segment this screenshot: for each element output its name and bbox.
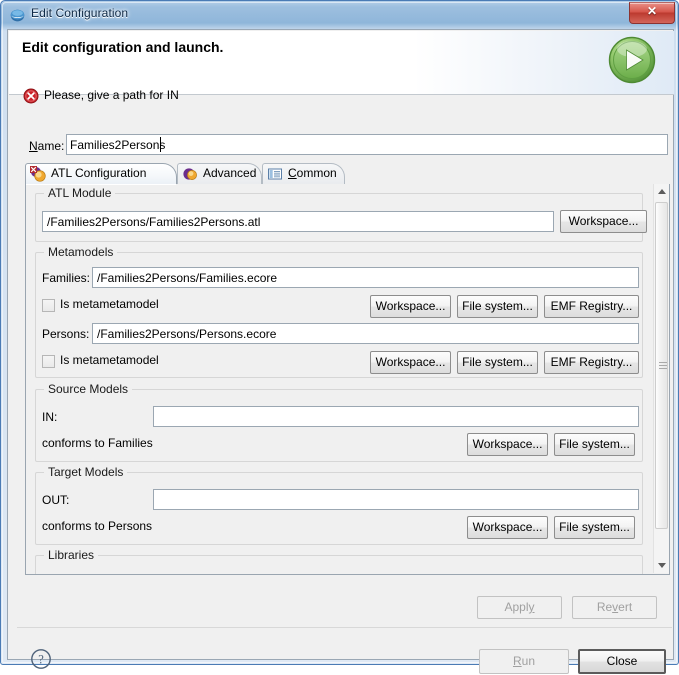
help-question-icon[interactable]: ? xyxy=(30,648,52,670)
metamodel-persons-is-metametamodel-checkbox[interactable] xyxy=(42,355,55,368)
run-button[interactable]: Run xyxy=(479,649,569,674)
atl-configuration-panel: ATL Module Workspace... Metamodels Famil… xyxy=(25,184,670,575)
eclipse-globe-icon xyxy=(10,8,25,23)
page-title: Edit configuration and launch. xyxy=(22,39,224,55)
tab-advanced-label: Advanced xyxy=(203,166,257,180)
atl-module-path-input[interactable] xyxy=(42,211,554,232)
metamodel-persons-workspace-button[interactable]: Workspace... xyxy=(370,351,451,374)
tab-strip[interactable]: ATL Configuration Advanced Common xyxy=(25,163,670,185)
source-model-conforms-label: conforms to Families xyxy=(42,436,153,450)
close-button[interactable]: Close xyxy=(578,649,666,674)
atl-configuration-icon xyxy=(30,166,46,182)
tab-common-label: Common xyxy=(288,166,337,180)
error-icon xyxy=(23,88,39,104)
tab-advanced[interactable]: Advanced xyxy=(177,163,262,185)
metamodel-persons-path-input[interactable] xyxy=(92,323,639,344)
target-model-workspace-button[interactable]: Workspace... xyxy=(467,516,548,539)
metamodel-families-checkbox-label: Is metametamodel xyxy=(60,297,159,311)
run-green-arrow-icon xyxy=(607,35,657,85)
metamodel-families-workspace-button[interactable]: Workspace... xyxy=(370,295,451,318)
group-libraries: Libraries xyxy=(35,548,643,574)
scrollbar-thumb[interactable] xyxy=(655,202,668,529)
source-model-workspace-button[interactable]: Workspace... xyxy=(467,433,548,456)
tab-atl-configuration-label: ATL Configuration xyxy=(51,166,147,180)
target-model-out-label: OUT: xyxy=(42,493,70,507)
group-libraries-title: Libraries xyxy=(44,548,99,562)
group-atl-module-title: ATL Module xyxy=(44,186,116,200)
group-metamodels-title: Metamodels xyxy=(44,245,118,259)
name-label: Name: xyxy=(29,139,64,153)
panel-scrollbar[interactable] xyxy=(653,184,669,573)
target-model-conforms-label: conforms to Persons xyxy=(42,519,153,533)
tab-common[interactable]: Common xyxy=(262,163,345,185)
apply-button[interactable]: Apply xyxy=(477,596,562,619)
name-label-text: Name: xyxy=(29,139,65,153)
name-input[interactable] xyxy=(66,134,668,155)
common-icon xyxy=(267,166,283,182)
tab-atl-configuration[interactable]: ATL Configuration xyxy=(25,163,177,185)
source-model-filesystem-button[interactable]: File system... xyxy=(554,433,635,456)
metamodel-persons-emfregistry-button[interactable]: EMF Registry... xyxy=(544,351,639,374)
metamodel-families-label: Families: xyxy=(42,271,91,285)
scrollbar-grip-icon xyxy=(659,362,667,371)
close-icon[interactable] xyxy=(629,2,675,24)
metamodel-families-is-metametamodel-checkbox[interactable] xyxy=(42,299,55,312)
advanced-icon xyxy=(182,166,198,182)
dialog-client-area: Edit configuration and launch. Please, g… xyxy=(7,29,674,674)
scroll-up-icon[interactable] xyxy=(654,184,669,200)
text-caret xyxy=(160,137,161,152)
target-model-filesystem-button[interactable]: File system... xyxy=(554,516,635,539)
svg-text:?: ? xyxy=(38,652,44,666)
metamodel-families-filesystem-button[interactable]: File system... xyxy=(457,295,538,318)
group-target-models-title: Target Models xyxy=(44,465,128,479)
source-model-in-label: IN: xyxy=(42,410,58,424)
metamodel-persons-label: Persons: xyxy=(42,327,90,341)
metamodel-families-path-input[interactable] xyxy=(92,267,639,288)
edit-configuration-window: Edit Configuration Edit configuration an… xyxy=(0,0,679,674)
revert-button[interactable]: Revert xyxy=(572,596,657,619)
active-tab-underline xyxy=(26,184,176,185)
source-model-in-input[interactable] xyxy=(153,406,639,427)
validation-message: Please, give a path for IN xyxy=(44,88,179,102)
metamodel-persons-filesystem-button[interactable]: File system... xyxy=(457,351,538,374)
scroll-down-icon[interactable] xyxy=(654,557,669,573)
metamodel-families-emfregistry-button[interactable]: EMF Registry... xyxy=(544,295,639,318)
title-bar[interactable]: Edit Configuration xyxy=(1,1,679,29)
atl-module-workspace-button[interactable]: Workspace... xyxy=(560,210,647,233)
window-title: Edit Configuration xyxy=(31,6,129,20)
target-model-out-input[interactable] xyxy=(153,489,639,510)
group-source-models-title: Source Models xyxy=(44,382,133,396)
footer-separator xyxy=(17,627,672,628)
metamodel-persons-checkbox-label: Is metametamodel xyxy=(60,353,159,367)
